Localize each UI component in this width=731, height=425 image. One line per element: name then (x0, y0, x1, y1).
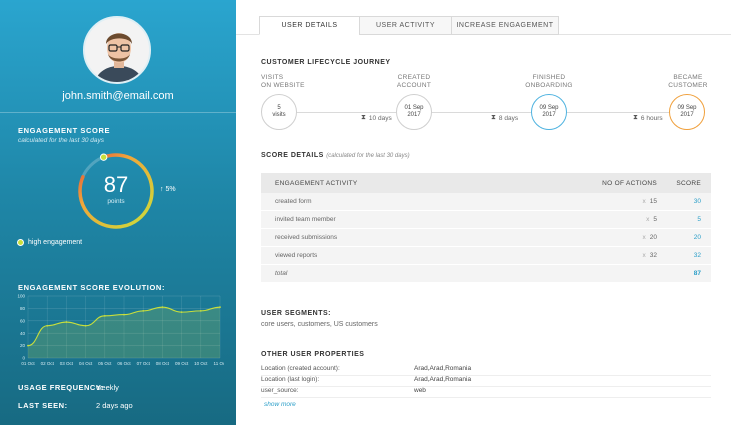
sidebar-divider (0, 112, 236, 113)
table-row: viewed reports x 32 32 (261, 247, 711, 265)
avatar[interactable] (83, 16, 151, 84)
engagement-trend: ↑ 5% (160, 186, 176, 193)
gap-onboarding: ⧗ 8 days (491, 114, 519, 122)
x-tick-label: 10 Oct (194, 361, 208, 366)
engagement-trend-value: 5% (165, 186, 176, 193)
evolution-title: ENGAGEMENT SCORE EVOLUTION: (18, 283, 166, 292)
stage-visits-line2: visits (272, 112, 286, 118)
list-item: Location (last login): Arad,Arad,Romania (261, 376, 711, 387)
stage-onboarding-line2: 2017 (542, 112, 556, 118)
stage-label-customer: BECAME CUSTOMER (668, 74, 708, 89)
journey-line (280, 112, 705, 113)
list-item: user_source: web (261, 387, 711, 398)
stage-label-onboarding: FINISHED ONBOARDING (525, 74, 573, 89)
x-tick-label: 11 Oct (214, 361, 224, 366)
segments-title: USER SEGMENTS: (261, 310, 332, 317)
y-tick-label: 20 (20, 343, 26, 348)
evolution-point (103, 314, 106, 317)
table-row-total: total 87 (261, 265, 711, 283)
gap-created: ⧗ 10 days (361, 114, 392, 122)
hourglass-icon: ⧗ (361, 114, 366, 121)
stage-created-line2: 2017 (407, 112, 421, 118)
evolution-point (219, 306, 221, 309)
y-tick-label: 40 (20, 331, 26, 336)
evolution-point (65, 321, 68, 323)
stage-customer-line2: 2017 (680, 112, 694, 118)
main-panel: USER DETAILS USER ACTIVITY INCREASE ENGA… (236, 0, 731, 425)
score-details-title: SCORE DETAILS (calculated for the last 3… (261, 152, 410, 159)
evolution-point (199, 309, 202, 312)
stage-onboarding[interactable]: 09 Sep 2017 (531, 94, 567, 130)
y-tick-label: 60 (20, 318, 26, 323)
score-table-header: ENGAGEMENT ACTIVITY NO OF ACTIONS SCORE (261, 173, 711, 193)
tab-user-details[interactable]: USER DETAILS (259, 16, 359, 35)
segments-value: core users, customers, US customers (261, 321, 378, 328)
stage-visits[interactable]: 5 visits (261, 94, 297, 130)
x-tick-label: 08 Oct (156, 361, 170, 366)
score-table: ENGAGEMENT ACTIVITY NO OF ACTIONS SCORE … (261, 173, 711, 283)
x-tick-label: 06 Oct (117, 361, 131, 366)
evolution-point (27, 344, 29, 347)
show-more-link[interactable]: show more (264, 401, 296, 408)
x-tick-label: 07 Oct (137, 361, 151, 366)
sidebar: john.smith@email.com ENGAGEMENT SCORE ca… (0, 0, 236, 425)
y-tick-label: 80 (20, 306, 26, 311)
col-activity: ENGAGEMENT ACTIVITY (275, 179, 358, 187)
avatar-portrait-icon (85, 18, 149, 82)
table-row: created form x 15 30 (261, 193, 711, 211)
stage-created-line1: 01 Sep (404, 105, 424, 111)
last-seen-value: 2 days ago (96, 401, 133, 410)
stage-visits-line1: 5 (277, 105, 281, 111)
usage-frequency-value: weekly (96, 383, 119, 392)
tab-increase-engagement[interactable]: INCREASE ENGAGEMENT (451, 16, 559, 35)
col-score: SCORE (676, 179, 701, 187)
journey-title: CUSTOMER LIFECYCLE JOURNEY (261, 59, 391, 66)
stage-customer[interactable]: 09 Sep 2017 (669, 94, 705, 130)
engagement-level-label: high engagement (28, 239, 83, 246)
evolution-point (46, 324, 49, 327)
arrow-up-icon: ↑ (160, 186, 164, 193)
list-item: Location (created account): Arad,Arad,Rom… (261, 365, 711, 376)
x-tick-label: 01 Oct (21, 361, 35, 366)
evolution-point (180, 311, 183, 314)
evolution-point (84, 324, 87, 327)
gap-customer: ⧗ 6 hours (633, 114, 663, 122)
x-tick-label: 04 Oct (79, 361, 93, 366)
x-tick-label: 02 Oct (41, 361, 55, 366)
stage-label-created: CREATED ACCOUNT (396, 74, 432, 89)
engagement-level-dot (17, 239, 24, 246)
score-details-note: (calculated for the last 30 days) (326, 153, 410, 159)
gauge-knob (99, 153, 108, 161)
table-row: received submissions x 20 20 (261, 229, 711, 247)
stage-label-visits: VISITS ON WEBSITE (261, 74, 305, 89)
col-actions: NO OF ACTIONS (602, 179, 657, 187)
engagement-score-unit: points (107, 198, 125, 205)
stage-customer-line1: 09 Sep (677, 105, 697, 111)
x-tick-label: 09 Oct (175, 361, 189, 366)
engagement-score-subtitle: calculated for the last 30 days (18, 137, 104, 144)
evolution-point (142, 309, 145, 312)
engagement-evolution-chart: 0 20 40 60 80 100 01 Oct 02 Oct 03 Oct 04 Oct 05 O… (17, 294, 224, 366)
engagement-score-value: 87 (103, 172, 129, 197)
properties-title: OTHER USER PROPERTIES (261, 351, 365, 358)
last-seen-label: LAST SEEN: (18, 401, 68, 410)
engagement-score-title: ENGAGEMENT SCORE (18, 126, 111, 135)
tab-user-activity[interactable]: USER ACTIVITY (359, 16, 451, 35)
hourglass-icon: ⧗ (491, 114, 496, 121)
properties-list: Location (created account): Arad,Arad,Rom… (261, 365, 711, 398)
tab-bar: USER DETAILS USER ACTIVITY INCREASE ENGA… (259, 16, 559, 35)
user-email: john.smith@email.com (62, 90, 174, 102)
stage-onboarding-line1: 09 Sep (539, 105, 559, 111)
stage-created[interactable]: 01 Sep 2017 (396, 94, 432, 130)
y-tick-label: 0 (22, 356, 25, 361)
evolution-point (161, 306, 164, 309)
evolution-point (123, 313, 125, 316)
hourglass-icon: ⧗ (633, 114, 638, 121)
x-tick-label: 05 Oct (98, 361, 112, 366)
y-tick-label: 100 (17, 294, 25, 299)
usage-frequency-label: USAGE FREQUENCY: (18, 383, 104, 392)
table-row: invited team member x5 5 (261, 211, 711, 229)
x-tick-label: 03 Oct (60, 361, 74, 366)
